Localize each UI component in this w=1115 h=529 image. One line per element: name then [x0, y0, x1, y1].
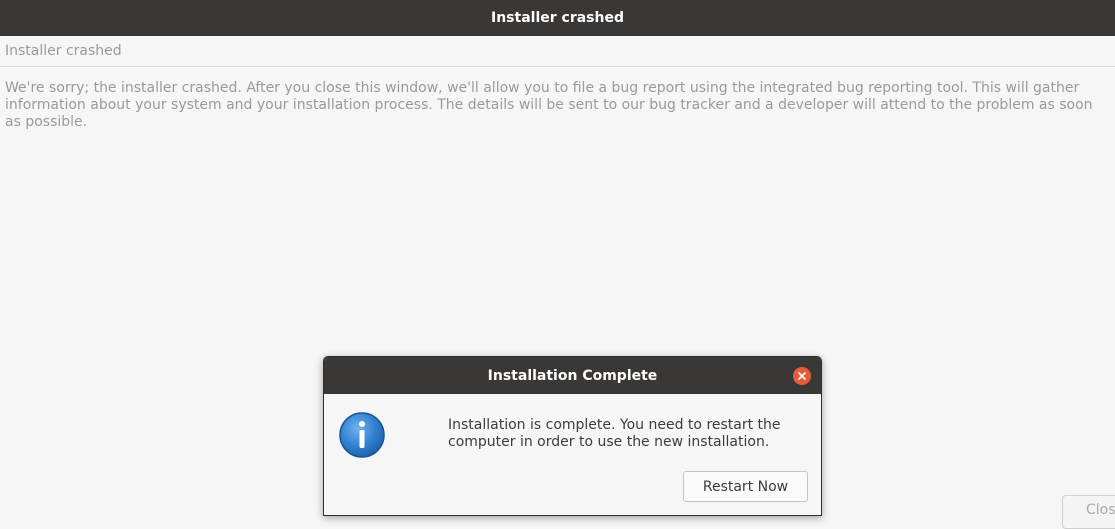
close-icon[interactable]	[793, 367, 811, 385]
dialog-message: Installation is complete. You need to re…	[448, 417, 781, 450]
window-titlebar: Installer crashed	[0, 0, 1115, 36]
installation-complete-dialog: Installation Complete Installation is co…	[323, 356, 822, 516]
info-icon	[338, 411, 386, 459]
dialog-title: Installation Complete	[487, 367, 658, 384]
restart-now-button[interactable]: Restart Now	[683, 471, 808, 502]
window-subheader: Installer crashed	[0, 36, 1115, 67]
crash-message: We're sorry; the installer crashed. Afte…	[5, 80, 1093, 130]
subheader-text: Installer crashed	[5, 43, 122, 59]
close-button[interactable]: Close	[1062, 495, 1115, 529]
window-title: Installer crashed	[491, 10, 624, 26]
dialog-titlebar: Installation Complete	[324, 357, 821, 394]
